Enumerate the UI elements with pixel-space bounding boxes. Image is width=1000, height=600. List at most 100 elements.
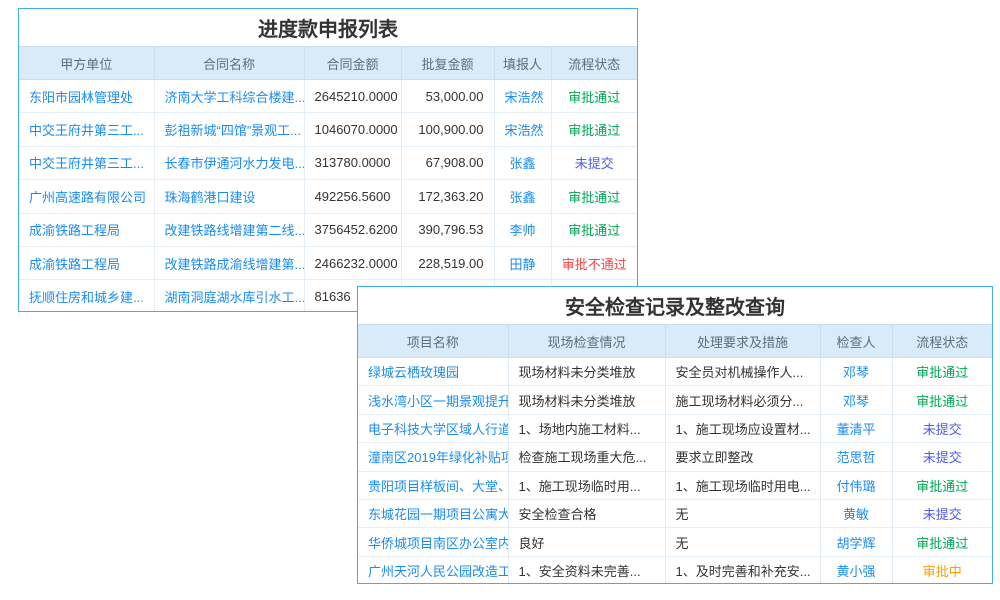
- inspector-link[interactable]: 董清平: [836, 422, 875, 437]
- status-badge: 未提交: [575, 156, 614, 171]
- column-header-status: 流程状态: [892, 325, 992, 358]
- project-name-cell: 贵阳项目样板间、大堂、大: [358, 471, 508, 499]
- table-row: 华侨城项目南区办公室内良好无胡学辉审批通过: [358, 528, 992, 556]
- column-header-inspector: 检查人: [820, 325, 892, 358]
- measures-cell: 要求立即整改: [665, 443, 820, 471]
- contract-name-cell: 湖南洞庭湖水库引水工...: [154, 280, 304, 312]
- inspector-cell: 董清平: [820, 414, 892, 442]
- party-a-link[interactable]: 中交王府井第三工...: [29, 123, 144, 138]
- status-badge: 审批通过: [568, 223, 620, 238]
- project-name-cell: 东城花园一期项目公寓大: [358, 499, 508, 527]
- progress-payment-title: 进度款申报列表: [19, 9, 637, 46]
- status-cell: 未提交: [892, 499, 992, 527]
- site-inspection-cell: 现场材料未分类堆放: [508, 358, 665, 386]
- contract-amount-cell: 313780.0000: [304, 146, 401, 179]
- contract-name-link[interactable]: 彭祖新城“四馆”景观工...: [165, 123, 302, 138]
- status-badge: 审批通过: [916, 394, 968, 409]
- status-badge: 审批通过: [916, 536, 968, 551]
- status-cell: 未提交: [551, 146, 637, 179]
- project-name-link[interactable]: 广州天河人民公园改造工: [368, 564, 508, 579]
- status-cell: 审批中: [892, 556, 992, 584]
- inspector-link[interactable]: 付伟璐: [836, 479, 875, 494]
- project-name-link[interactable]: 东城花园一期项目公寓大: [368, 507, 508, 522]
- filler-cell: 张鑫: [494, 146, 551, 179]
- filler-link[interactable]: 宋浩然: [505, 123, 544, 138]
- inspector-link[interactable]: 范思哲: [836, 450, 875, 465]
- inspector-cell: 黄敏: [820, 499, 892, 527]
- project-name-link[interactable]: 绿城云栖玫瑰园: [368, 365, 459, 380]
- safety-inspection-table: 项目名称现场检查情况处理要求及措施检查人流程状态 绿城云栖玫瑰园现场材料未分类堆…: [358, 324, 992, 584]
- contract-name-link[interactable]: 长春市伊通河水力发电...: [165, 156, 305, 171]
- site-inspection-cell: 1、安全资料未完善...: [508, 556, 665, 584]
- progress-payment-panel: 进度款申报列表 甲方单位合同名称合同金额批复金额填报人流程状态 东阳市园林管理处…: [18, 8, 638, 312]
- project-name-link[interactable]: 电子科技大学区域人行道: [368, 422, 508, 437]
- filler-link[interactable]: 李帅: [509, 223, 535, 238]
- status-badge: 未提交: [923, 422, 962, 437]
- column-header-contract-name: 合同名称: [154, 47, 304, 80]
- project-name-cell: 绿城云栖玫瑰园: [358, 358, 508, 386]
- contract-amount-cell: 2645210.0000: [304, 80, 401, 113]
- project-name-link[interactable]: 潼南区2019年绿化补贴项目: [368, 450, 508, 465]
- inspector-link[interactable]: 黄敏: [843, 507, 869, 522]
- project-name-link[interactable]: 华侨城项目南区办公室内: [368, 536, 508, 551]
- contract-name-cell: 珠海鹤港口建设: [154, 180, 304, 213]
- inspector-link[interactable]: 胡学辉: [836, 536, 875, 551]
- party-a-link[interactable]: 广州高速路有限公司: [29, 190, 146, 205]
- status-cell: 审批通过: [892, 528, 992, 556]
- filler-cell: 宋浩然: [494, 113, 551, 146]
- measures-cell: 施工现场材料必须分...: [665, 386, 820, 414]
- party-a-cell: 成渝铁路工程局: [19, 213, 154, 246]
- status-badge: 审批中: [923, 564, 962, 579]
- table-row: 中交王府井第三工... 长春市伊通河水力发电...313780.000067,90…: [19, 146, 637, 179]
- contract-name-cell: 长春市伊通河水力发电...: [154, 146, 304, 179]
- project-name-cell: 广州天河人民公园改造工: [358, 556, 508, 584]
- approved-amount-cell: 100,900.00: [401, 113, 494, 146]
- contract-name-link[interactable]: 湖南洞庭湖水库引水工...: [165, 290, 305, 305]
- filler-link[interactable]: 张鑫: [509, 156, 535, 171]
- contract-name-link[interactable]: 改建铁路成渝线增建第...: [165, 257, 305, 272]
- inspector-link[interactable]: 邓琴: [843, 394, 869, 409]
- party-a-link[interactable]: 成渝铁路工程局: [29, 257, 120, 272]
- status-badge: 审批通过: [916, 479, 968, 494]
- approved-amount-cell: 67,908.00: [401, 146, 494, 179]
- party-a-link[interactable]: 抚顺住房和城乡建...: [29, 290, 144, 305]
- party-a-cell: 成渝铁路工程局: [19, 246, 154, 279]
- party-a-link[interactable]: 成渝铁路工程局: [29, 223, 120, 238]
- status-badge: 未提交: [923, 507, 962, 522]
- inspector-link[interactable]: 邓琴: [843, 365, 869, 380]
- filler-link[interactable]: 田静: [509, 257, 535, 272]
- table-row: 东阳市园林管理处济南大学工科综合楼建...2645210.000053,000.…: [19, 80, 637, 113]
- inspector-cell: 范思哲: [820, 443, 892, 471]
- inspector-cell: 胡学辉: [820, 528, 892, 556]
- column-header-party-a: 甲方单位: [19, 47, 154, 80]
- column-header-site-inspection: 现场检查情况: [508, 325, 665, 358]
- measures-cell: 1、及时完善和补充安...: [665, 556, 820, 584]
- site-inspection-cell: 1、场地内施工材料...: [508, 414, 665, 442]
- status-badge: 未提交: [923, 450, 962, 465]
- project-name-link[interactable]: 贵阳项目样板间、大堂、大: [368, 479, 508, 494]
- status-cell: 未提交: [892, 443, 992, 471]
- site-inspection-cell: 1、施工现场临时用...: [508, 471, 665, 499]
- filler-link[interactable]: 张鑫: [509, 190, 535, 205]
- table-row: 浅水湾小区一期景观提升现场材料未分类堆放施工现场材料必须分...邓琴审批通过: [358, 386, 992, 414]
- column-header-approved-amount: 批复金额: [401, 47, 494, 80]
- party-a-cell: 中交王府井第三工...: [19, 146, 154, 179]
- project-name-cell: 电子科技大学区域人行道: [358, 414, 508, 442]
- project-name-link[interactable]: 浅水湾小区一期景观提升: [368, 394, 508, 409]
- filler-cell: 张鑫: [494, 180, 551, 213]
- filler-link[interactable]: 宋浩然: [505, 90, 544, 105]
- inspector-cell: 付伟璐: [820, 471, 892, 499]
- status-badge: 审批通过: [568, 190, 620, 205]
- inspector-cell: 黄小强: [820, 556, 892, 584]
- contract-name-link[interactable]: 济南大学工科综合楼建...: [165, 90, 305, 105]
- party-a-link[interactable]: 中交王府井第三工...: [29, 156, 144, 171]
- measures-cell: 无: [665, 528, 820, 556]
- party-a-link[interactable]: 东阳市园林管理处: [29, 90, 133, 105]
- table-row: 成渝铁路工程局改建铁路成渝线增建第...2466232.0000228,519.…: [19, 246, 637, 279]
- table-row: 东城花园一期项目公寓大安全检查合格无黄敏未提交: [358, 499, 992, 527]
- contract-amount-cell: 1046070.0000: [304, 113, 401, 146]
- approved-amount-cell: 228,519.00: [401, 246, 494, 279]
- contract-name-link[interactable]: 改建铁路线增建第二线...: [165, 223, 305, 238]
- contract-name-link[interactable]: 珠海鹤港口建设: [165, 190, 256, 205]
- inspector-link[interactable]: 黄小强: [836, 564, 875, 579]
